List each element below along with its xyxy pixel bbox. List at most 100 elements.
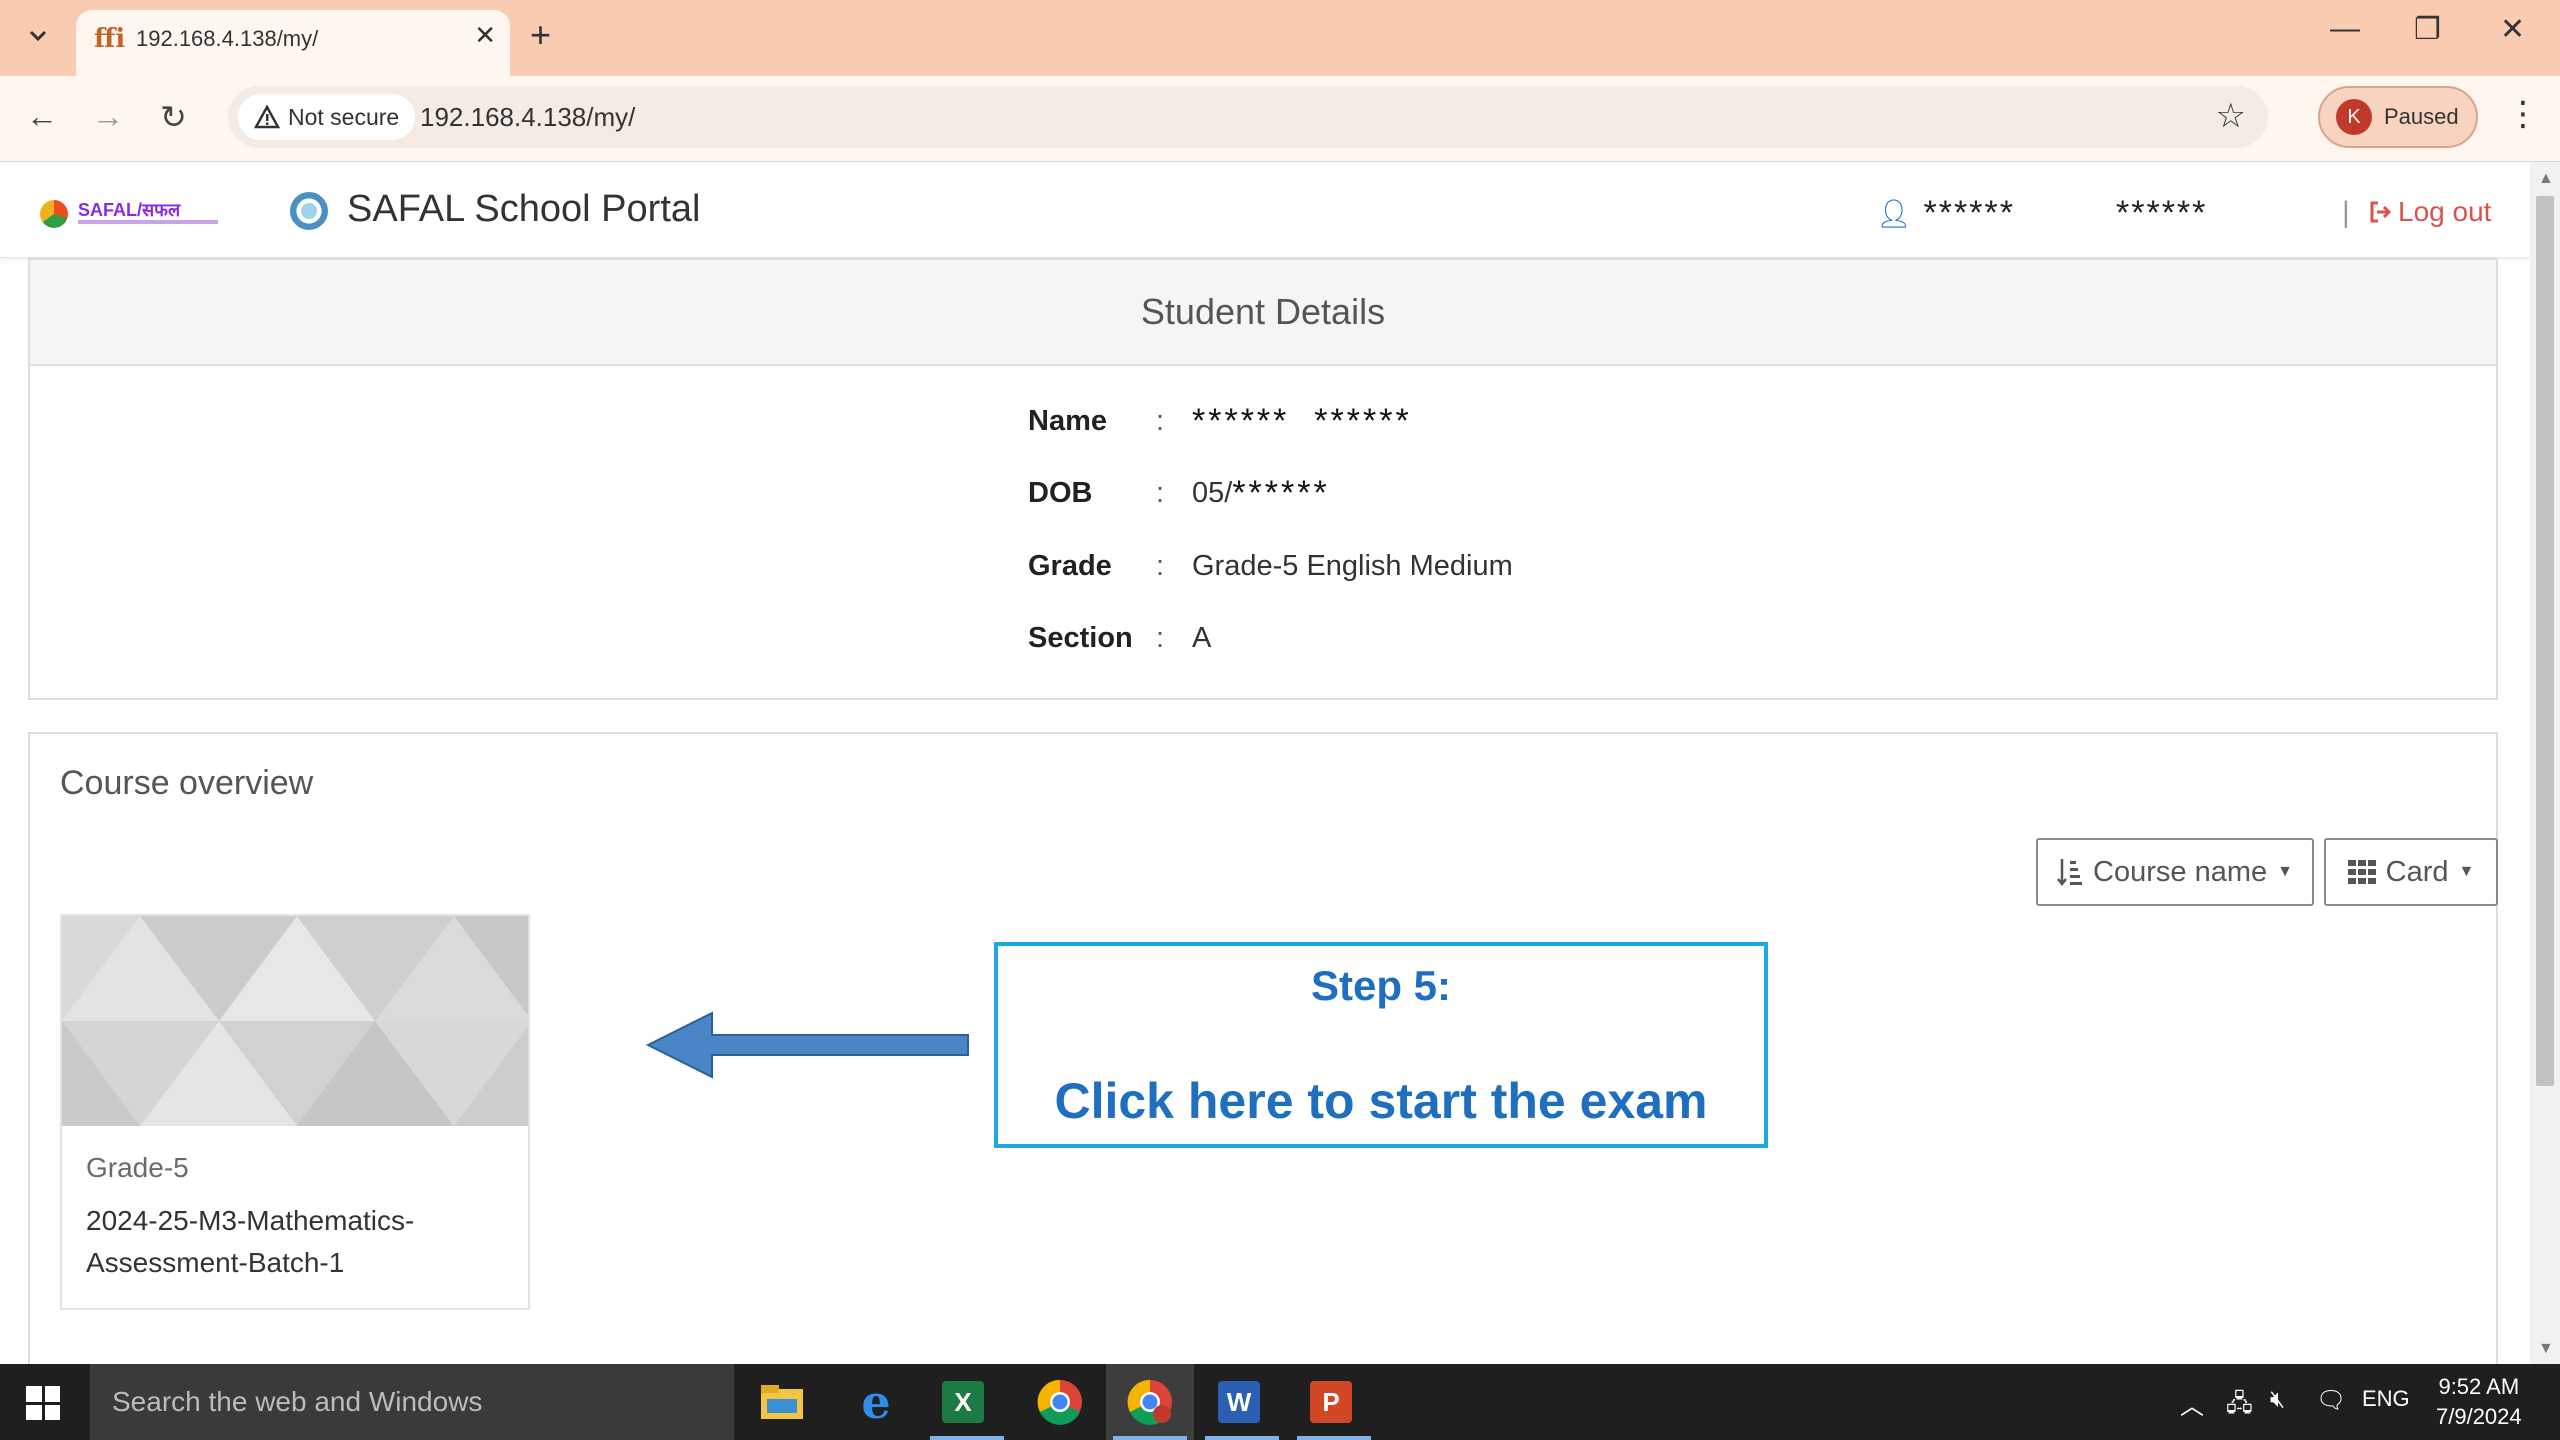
user-first-name: ****** [1923,194,2015,232]
detail-row-grade: Grade : Grade-5 English Medium [1028,550,1513,583]
logout-link[interactable]: Log out [2368,196,2491,228]
leaf-logo-icon [40,200,68,228]
excel-running-indicator [930,1436,1004,1440]
course-pattern [62,916,528,1126]
browser-toolbar: ← → ↻ Not secure 192.168.4.138/my/ ☆ K P… [0,76,2560,162]
detail-label: Grade [1028,550,1112,582]
chrome-running-indicator [1113,1436,1187,1440]
address-bar[interactable]: Not secure 192.168.4.138/my/ ☆ [228,86,2268,148]
taskbar-search-placeholder: Search the web and Windows [112,1386,483,1417]
word-running-indicator [1205,1436,1279,1440]
portal-emblem-icon [290,192,328,230]
user-last-name: ****** [2116,194,2208,232]
file-explorer-icon[interactable] [756,1376,808,1428]
bookmark-star-icon[interactable]: ☆ [2216,96,2246,136]
instruction-callout: Step 5: Click here to start the exam [994,942,1768,1148]
notification-icon[interactable]: 🗨︎ [2316,1386,2346,1415]
url-text[interactable]: 192.168.4.138/my/ [420,102,635,133]
scroll-thumb[interactable] [2536,196,2554,1086]
clock-time: 9:52 AM [2438,1374,2520,1399]
forward-arrow-icon[interactable]: → [92,98,124,135]
browser-tab[interactable]: ffi 192.168.4.138/my/ ✕ [76,10,510,76]
language-indicator[interactable]: ENG [2362,1386,2410,1412]
site-header: SAFAL/सफल SAFAL School Portal 👤︎ ****** … [0,162,2530,258]
tray-chevron-up-icon[interactable]: ︿ [2180,1386,2204,1421]
sort-icon [2057,859,2083,887]
powerpoint-icon[interactable]: P [1310,1381,1352,1423]
chrome-icon[interactable] [1034,1376,1086,1428]
powerpoint-running-indicator [1297,1436,1371,1440]
course-name-link[interactable]: 2024-25-M3-Mathematics-Assessment-Batch-… [86,1200,506,1284]
browser-menu-icon[interactable]: ⋮ [2506,94,2540,134]
scroll-up-icon[interactable]: ▲ [2538,170,2554,188]
detail-colon: : [1156,550,1165,582]
scroll-down-icon[interactable]: ▼ [2538,1340,2554,1358]
course-overview-title: Course overview [60,764,314,802]
network-icon[interactable]: 🖧︎ [2226,1386,2253,1427]
detail-colon: : [1156,477,1165,509]
not-secure-label: Not secure [288,103,400,130]
avatar: K [2336,99,2372,135]
tab-title: 192.168.4.138/my/ [136,26,319,51]
callout-step: Step 5: [1310,962,1452,1009]
logo-text: SAFAL/सफल [78,200,181,220]
view-label: Card [2385,855,2449,888]
dob-prefix: 05/ [1192,477,1233,509]
grid-icon [2347,860,2376,884]
taskbar-search-box[interactable]: Search the web and Windows [90,1364,734,1440]
warning-triangle-icon [254,105,280,129]
detail-label: Section [1028,622,1133,654]
callout-action: Click here to start the exam [1054,1073,1708,1129]
logo-underline [78,220,218,224]
course-category: Grade-5 [86,1152,189,1183]
page-scrollbar[interactable]: ▲ ▼ [2530,162,2560,1364]
header-separator: | [2342,196,2350,229]
profile-button[interactable]: K Paused [2318,86,2478,148]
student-details-heading: Student Details [30,260,2496,366]
edge-browser-icon[interactable]: e [850,1375,902,1429]
course-card[interactable]: Grade-5 2024-25-M3-Mathematics-Assessmen… [60,914,530,1310]
pointer-arrow-icon [646,1011,969,1079]
logout-label: Log out [2398,196,2492,227]
back-arrow-icon[interactable]: ← [26,98,58,135]
tab-search-button[interactable] [18,16,58,56]
detail-row-section: Section : A [1028,622,1211,655]
close-window-icon[interactable]: ✕ [2500,12,2525,47]
student-name-value: ****** ****** [1192,402,1412,440]
caret-down-icon: ▼ [2458,863,2475,880]
volume-muted-icon[interactable]: 🔇︎ [2270,1386,2285,1414]
tab-close-icon[interactable]: ✕ [474,20,496,51]
caret-down-icon: ▼ [2277,863,2293,880]
sort-label: Course name [2093,855,2268,888]
windows-start-icon[interactable] [26,1386,60,1420]
student-details-card: Student Details Name : ****** ****** DOB… [28,258,2498,700]
reload-icon[interactable]: ↻ [160,98,187,136]
portal-title[interactable]: SAFAL School Portal [347,188,700,231]
user-icon: 👤︎ [1876,198,1914,229]
favicon-icon: ffi [94,24,126,54]
word-icon[interactable]: W [1218,1381,1260,1423]
profile-status: Paused [2384,104,2459,129]
user-menu[interactable]: 👤︎ ****** [1876,194,2015,233]
detail-row-dob: DOB : 05/ ****** [1028,474,1330,513]
view-dropdown[interactable]: Card ▼ [2324,838,2498,906]
safal-logo[interactable]: SAFAL/सफल [40,192,220,232]
detail-colon: : [1156,405,1165,437]
grade-value: Grade-5 English Medium [1192,550,1513,582]
browser-tabstrip: ffi 192.168.4.138/my/ ✕ + — ❐ ✕ [0,0,2560,76]
sort-dropdown[interactable]: Course name ▼ [2036,838,2314,906]
taskbar-clock[interactable]: 9:52 AM 7/9/2024 [2436,1372,2522,1432]
detail-colon: : [1156,622,1165,654]
windows-taskbar: Search the web and Windows e X W P ︿ 🖧︎ … [0,1364,2560,1440]
new-tab-button[interactable]: + [530,14,551,56]
detail-label: Name [1028,405,1107,437]
course-image[interactable] [62,916,528,1126]
minimize-icon[interactable]: — [2330,12,2360,46]
detail-label: DOB [1028,477,1093,509]
section-value: A [1192,622,1212,654]
clock-date: 7/9/2024 [2436,1404,2522,1429]
site-info-chip[interactable]: Not secure [238,94,416,140]
excel-icon[interactable]: X [942,1381,984,1423]
restore-icon[interactable]: ❐ [2414,12,2441,47]
chrome-profile-icon[interactable] [1124,1376,1176,1428]
